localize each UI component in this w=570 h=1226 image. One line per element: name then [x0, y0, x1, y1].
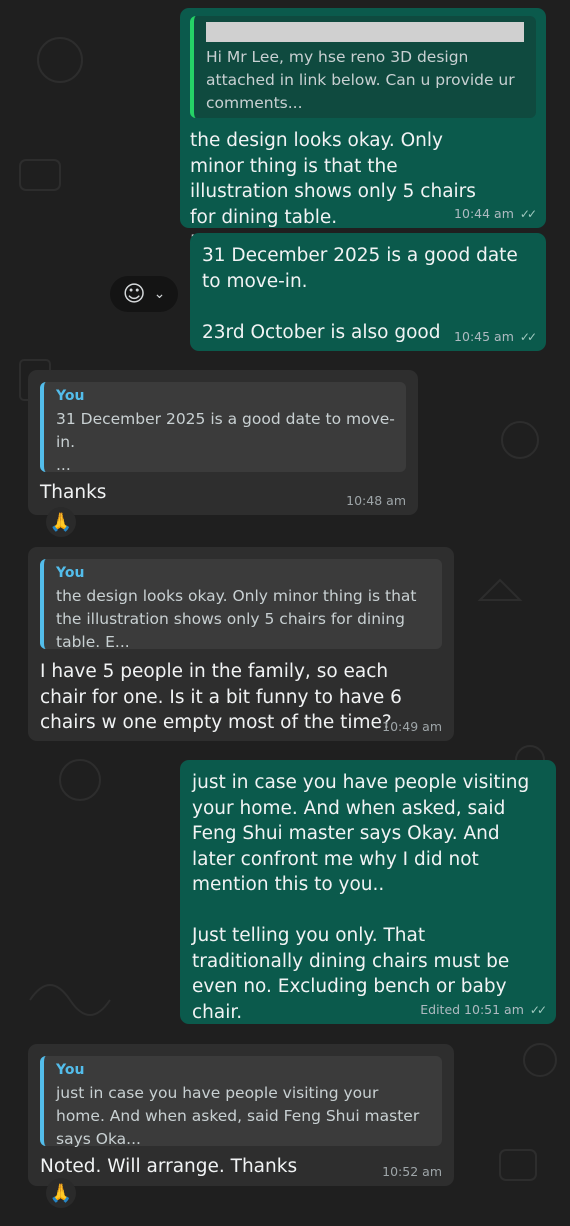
read-ticks-icon: ✓✓: [519, 206, 537, 221]
quoted-message[interactable]: You just in case you have people visitin…: [40, 1056, 442, 1148]
quoted-author: You: [56, 565, 85, 581]
outgoing-message[interactable]: 31 December 2025 is a good date to move-…: [190, 233, 546, 351]
message-text: just in case you have people visiting yo…: [192, 772, 530, 1023]
message-meta: 10:49 am: [382, 719, 442, 734]
incoming-message[interactable]: You 31 December 2025 is a good date to m…: [28, 370, 418, 515]
quoted-text: just in case you have people visiting yo…: [56, 1084, 420, 1148]
folded-hands-icon: 🙏: [49, 1182, 73, 1204]
quoted-text: 31 December 2025 is a good date to move-…: [56, 410, 395, 474]
message-time: 10:49 am: [382, 719, 442, 734]
message-meta: Edited 10:51 am ✓✓: [420, 1002, 547, 1017]
quoted-message[interactable]: You the design looks okay. Only minor th…: [40, 559, 442, 651]
message-time: 10:44 am: [454, 206, 514, 221]
message-time: 10:48 am: [346, 493, 406, 508]
emoji-icon: ☺: [122, 281, 146, 307]
message-meta: 10:45 am ✓✓: [454, 329, 537, 344]
message-time: 10:45 am: [454, 329, 514, 344]
message-meta: 10:52 am: [382, 1164, 442, 1179]
read-ticks-icon: ✓✓: [519, 329, 537, 344]
message-text: I have 5 people in the family, so each c…: [40, 661, 408, 733]
message-time: 10:52 am: [382, 1164, 442, 1179]
folded-hands-icon: 🙏: [49, 511, 73, 533]
quoted-message[interactable]: Hi Mr Lee, my hse reno 3D design attache…: [190, 16, 536, 118]
redacted-author: [206, 22, 524, 42]
quoted-message[interactable]: You 31 December 2025 is a good date to m…: [40, 382, 406, 474]
message-meta: 10:48 am: [346, 493, 406, 508]
quoted-author: You: [56, 388, 85, 404]
add-reaction-button[interactable]: ☺ ⌄: [110, 276, 178, 312]
quoted-text: the design looks okay. Only minor thing …: [56, 587, 417, 651]
message-reaction[interactable]: 🙏: [46, 507, 76, 537]
incoming-message[interactable]: You the design looks okay. Only minor th…: [28, 547, 454, 741]
message-meta: 10:44 am ✓✓: [454, 206, 537, 221]
message-time: Edited 10:51 am: [420, 1002, 524, 1017]
chevron-down-icon: ⌄: [153, 286, 166, 302]
quoted-author: You: [56, 1062, 85, 1078]
outgoing-message[interactable]: just in case you have people visiting yo…: [180, 760, 556, 1024]
outgoing-message[interactable]: Hi Mr Lee, my hse reno 3D design attache…: [180, 8, 546, 253]
incoming-message[interactable]: You just in case you have people visitin…: [28, 1044, 454, 1186]
quoted-text: Hi Mr Lee, my hse reno 3D design attache…: [206, 48, 515, 112]
read-ticks-icon: ✓✓: [529, 1002, 547, 1017]
message-reaction[interactable]: 🙏: [46, 1178, 76, 1208]
